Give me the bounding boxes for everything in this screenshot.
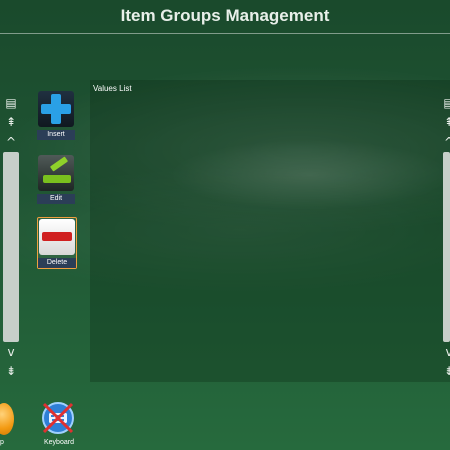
right-page-down-icon[interactable]: ⇟: [442, 365, 450, 377]
delete-button[interactable]: Delete: [37, 217, 77, 269]
edit-icon: [38, 155, 74, 191]
edit-button[interactable]: Edit: [37, 154, 75, 204]
keyboard-button[interactable]: [40, 400, 76, 436]
right-scrollbar[interactable]: [443, 152, 450, 342]
line-down-icon[interactable]: v: [4, 346, 18, 358]
title-divider: [0, 33, 450, 34]
app-button[interactable]: [0, 403, 14, 435]
page-title: Item Groups Management: [120, 6, 330, 25]
left-scrollbar[interactable]: [3, 152, 19, 342]
plus-icon: [38, 91, 74, 127]
right-page-up-icon[interactable]: ⇞: [442, 116, 450, 128]
title-bar: Item Groups Management: [0, 0, 450, 34]
scroll-top-icon[interactable]: ▤: [4, 97, 18, 109]
right-line-down-icon[interactable]: v: [442, 346, 450, 358]
app-label: p: [0, 439, 4, 446]
right-scroll-top-icon[interactable]: ▤: [442, 97, 450, 109]
keyboard-icon: [42, 402, 74, 434]
values-list-panel[interactable]: Values List: [90, 80, 450, 382]
line-up-icon[interactable]: ^: [4, 136, 18, 148]
keyboard-label: Keyboard: [44, 439, 74, 446]
edit-label: Edit: [37, 194, 75, 204]
insert-button[interactable]: Insert: [37, 90, 75, 140]
page-down-icon[interactable]: ⇟: [4, 365, 18, 377]
delete-label: Delete: [38, 258, 76, 268]
right-line-up-icon[interactable]: ^: [442, 136, 450, 148]
page-up-icon[interactable]: ⇞: [4, 116, 18, 128]
minus-icon: [39, 219, 75, 255]
values-list-label: Values List: [93, 84, 132, 93]
insert-label: Insert: [37, 130, 75, 140]
